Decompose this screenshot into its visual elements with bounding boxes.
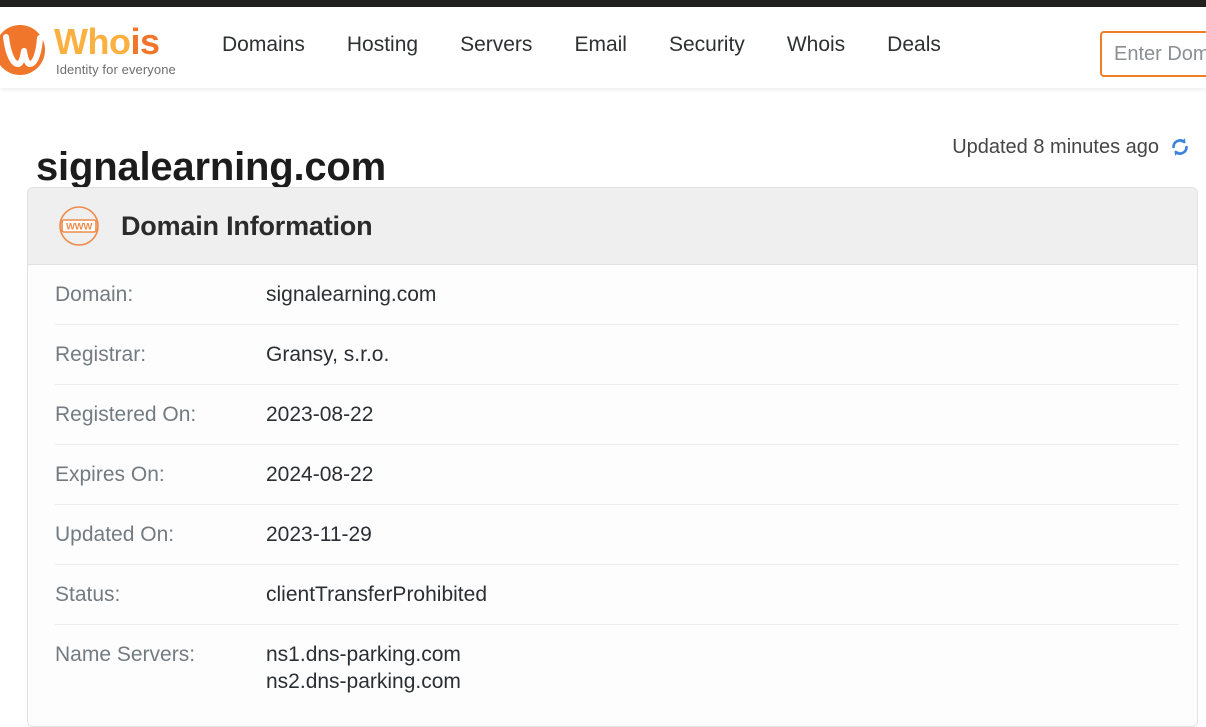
row-label: Status: <box>55 583 121 606</box>
nav-item-hosting[interactable]: Hosting <box>347 33 418 57</box>
nav-item-whois[interactable]: Whois <box>787 33 845 57</box>
row-label: Domain: <box>55 283 134 306</box>
row-value: Gransy, s.r.o. <box>266 343 390 366</box>
row-value: 2023-08-22 <box>266 403 374 426</box>
row-label: Name Servers: <box>55 643 196 666</box>
domain-search-box[interactable] <box>1100 31 1206 77</box>
main-navigation: Domains Hosting Servers Email Security W… <box>222 33 941 57</box>
row-label: Expires On: <box>55 463 165 486</box>
row-value: clientTransferProhibited <box>266 583 487 606</box>
table-row: Registered On: 2023-08-22 <box>55 385 1179 445</box>
row-label: Registered On: <box>55 403 197 426</box>
row-value: 2024-08-22 <box>266 463 374 486</box>
nav-item-email[interactable]: Email <box>574 33 627 57</box>
nav-item-deals[interactable]: Deals <box>887 33 941 57</box>
svg-text:WWW: WWW <box>66 221 92 232</box>
brand-word-part2: is <box>130 21 160 62</box>
page-title: signalearning.com <box>36 144 387 189</box>
row-value: 2023-11-29 <box>266 523 372 546</box>
table-row: Domain: signalearning.com <box>55 265 1179 325</box>
refresh-icon[interactable] <box>1168 135 1192 159</box>
row-label: Registrar: <box>55 343 147 366</box>
www-globe-icon: WWW <box>59 206 99 246</box>
site-logo[interactable]: Whois Identity for everyone <box>0 21 192 79</box>
brand-wordmark: Whois <box>54 21 160 63</box>
row-value-nameservers: ns1.dns-parking.com ns2.dns-parking.com <box>266 643 461 693</box>
table-row: Name Servers: ns1.dns-parking.com ns2.dns… <box>55 625 1179 711</box>
nav-item-domains[interactable]: Domains <box>222 33 305 57</box>
row-label: Updated On: <box>55 523 175 546</box>
nav-item-servers[interactable]: Servers <box>460 33 532 57</box>
whois-logo-mark <box>0 25 45 75</box>
search-input[interactable] <box>1102 33 1206 75</box>
domain-information-card: WWW Domain Information Domain: signalear… <box>27 187 1198 727</box>
table-row: Expires On: 2024-08-22 <box>55 445 1179 505</box>
table-row: Registrar: Gransy, s.r.o. <box>55 325 1179 385</box>
row-value: signalearning.com <box>266 283 437 306</box>
top-accent-bar <box>0 0 1206 7</box>
domain-info-list: Domain: signalearning.com Registrar: Gra… <box>28 265 1197 711</box>
site-header: Whois Identity for everyone Domains Host… <box>0 7 1206 88</box>
table-row: Updated On: 2023-11-29 <box>55 505 1179 565</box>
card-header: WWW Domain Information <box>28 188 1197 265</box>
brand-tagline: Identity for everyone <box>56 62 176 77</box>
brand-word-part1: Who <box>54 21 131 62</box>
card-title: Domain Information <box>121 210 373 241</box>
updated-status: Updated 8 minutes ago <box>952 135 1192 159</box>
updated-text: Updated 8 minutes ago <box>952 135 1159 158</box>
table-row: Status: clientTransferProhibited <box>55 565 1179 625</box>
nav-item-security[interactable]: Security <box>669 33 745 57</box>
